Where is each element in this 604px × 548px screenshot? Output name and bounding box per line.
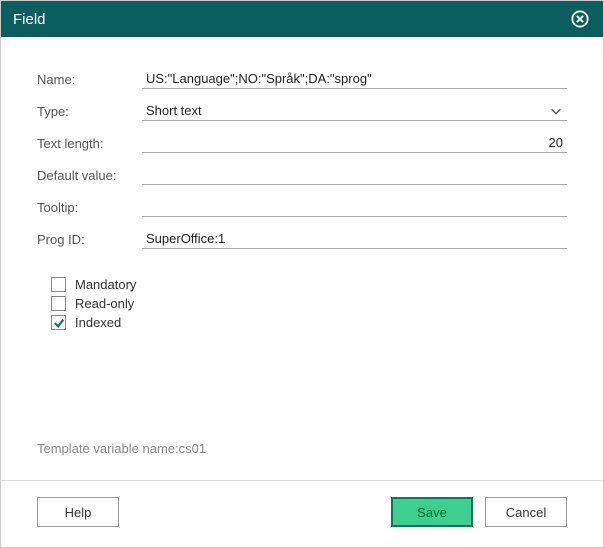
checkbox-box (51, 315, 66, 330)
label-default-value: Default value: (37, 168, 142, 183)
row-prog-id: Prog ID: (37, 227, 567, 251)
type-select[interactable]: Short text (142, 101, 567, 121)
checkbox-label-indexed: Indexed (75, 315, 121, 330)
save-button[interactable]: Save (391, 497, 473, 527)
dialog-footer: Help Save Cancel (1, 480, 603, 547)
row-name: Name: (37, 67, 567, 91)
titlebar: Field (1, 1, 603, 37)
name-input[interactable] (142, 69, 567, 89)
checkbox-box (51, 296, 66, 311)
tooltip-input[interactable] (142, 197, 567, 217)
row-tooltip: Tooltip: (37, 195, 567, 219)
field-dialog: Field Name: Type: Short text Text leng (0, 0, 604, 548)
row-type: Type: Short text (37, 99, 567, 123)
template-variable-value: cs01 (179, 441, 206, 456)
checkbox-group: Mandatory Read-only Indexed (51, 277, 567, 334)
label-text-length: Text length: (37, 136, 142, 151)
checkbox-readonly[interactable]: Read-only (51, 296, 567, 311)
checkbox-label-mandatory: Mandatory (75, 277, 136, 292)
label-type: Type: (37, 104, 142, 119)
help-button[interactable]: Help (37, 497, 119, 527)
cancel-button[interactable]: Cancel (485, 497, 567, 527)
dialog-title: Field (13, 11, 569, 28)
checkbox-mandatory[interactable]: Mandatory (51, 277, 567, 292)
label-prog-id: Prog ID: (37, 232, 142, 247)
text-length-input[interactable] (142, 133, 567, 153)
close-button[interactable] (569, 8, 591, 30)
default-value-input[interactable] (142, 165, 567, 185)
prog-id-input[interactable] (142, 229, 567, 249)
template-variable-line: Template variable name:cs01 (37, 441, 567, 468)
checkbox-box (51, 277, 66, 292)
row-default-value: Default value: (37, 163, 567, 187)
template-variable-label: Template variable name: (37, 441, 179, 456)
checkbox-label-readonly: Read-only (75, 296, 134, 311)
label-tooltip: Tooltip: (37, 200, 142, 215)
label-name: Name: (37, 72, 142, 87)
close-icon (571, 10, 589, 28)
checkbox-indexed[interactable]: Indexed (51, 315, 567, 330)
checkmark-icon (53, 317, 65, 329)
chevron-down-icon (549, 104, 563, 118)
row-text-length: Text length: (37, 131, 567, 155)
dialog-body: Name: Type: Short text Text length: Defa… (1, 37, 603, 480)
type-select-value: Short text (146, 103, 549, 118)
